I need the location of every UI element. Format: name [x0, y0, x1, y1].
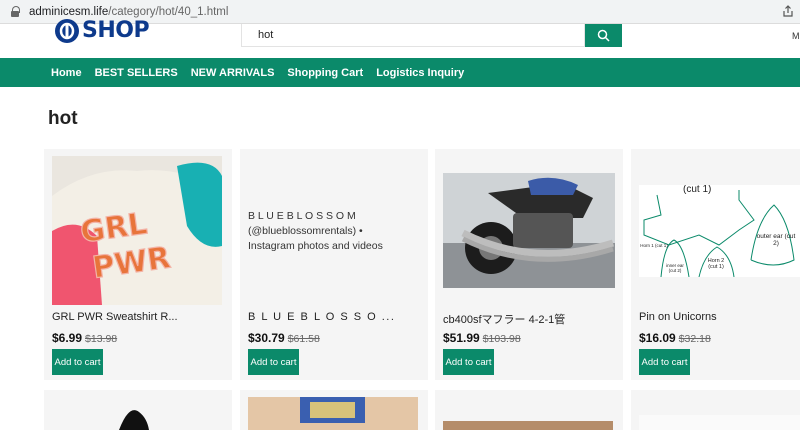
add-to-cart-button[interactable]: Add to cart: [248, 349, 299, 375]
logo-text: SHOP: [82, 18, 150, 43]
product-card-partial[interactable]: [435, 390, 623, 430]
pattern-label: Horn 2 (cut 1): [707, 258, 725, 270]
add-to-cart-button[interactable]: Add to cart: [443, 349, 494, 375]
current-price: $6.99: [52, 331, 83, 345]
current-price: $51.99: [443, 331, 480, 345]
product-card-partial[interactable]: [631, 390, 800, 430]
product-image-broken[interactable]: B L U E B L O S S O M (@blueblossomrenta…: [248, 156, 418, 305]
site-header: SHOP M: [0, 18, 800, 58]
main-nav: Home BEST SELLERS NEW ARRIVALS Shopping …: [0, 58, 800, 87]
product-name[interactable]: B L U E B L O S S O ...: [248, 311, 420, 323]
product-image-partial[interactable]: [435, 390, 623, 430]
lock-icon: [10, 5, 20, 18]
product-price: $6.99 $13.98: [52, 331, 117, 345]
pattern-label: outer ear (cut 2): [756, 233, 796, 247]
page-title: hot: [48, 108, 78, 129]
original-price: $103.98: [482, 333, 521, 345]
product-image-partial[interactable]: [44, 390, 232, 430]
product-image-partial[interactable]: [240, 390, 428, 430]
search-button[interactable]: [585, 24, 622, 47]
logo-mark-icon: [55, 18, 79, 43]
product-image-unicorn-pattern[interactable]: (cut 1) outer ear (cut 2) inner ear (cut…: [639, 185, 800, 277]
current-price: $16.09: [639, 331, 676, 345]
nav-new-arrivals[interactable]: NEW ARRIVALS: [191, 67, 275, 79]
address-url[interactable]: adminicesm.life/category/hot/40_1.html: [29, 6, 228, 18]
nav-best-sellers[interactable]: BEST SELLERS: [95, 67, 178, 79]
current-price: $30.79: [248, 331, 285, 345]
broken-image-alt-text: B L U E B L O S S O M (@blueblossomrenta…: [248, 210, 383, 252]
product-card[interactable]: B L U E B L O S S O M (@blueblossomrenta…: [240, 149, 428, 380]
share-icon[interactable]: [782, 5, 794, 17]
pattern-label: Horn 1 (cut 1): [640, 243, 668, 248]
site-logo[interactable]: SHOP: [55, 18, 150, 43]
original-price: $61.58: [287, 333, 320, 345]
product-name[interactable]: cb400sfマフラー 4-2-1管: [443, 311, 615, 327]
product-card[interactable]: cb400sfマフラー 4-2-1管 $51.99 $103.98 Add to …: [435, 149, 623, 380]
url-path: /category/hot/40_1.html: [108, 5, 229, 18]
product-card-partial[interactable]: [44, 390, 232, 430]
product-image-motorcycle[interactable]: [443, 173, 615, 288]
product-image-sweatshirt[interactable]: GRL PWR: [52, 156, 222, 305]
url-host: adminicesm.life: [29, 5, 109, 18]
product-name[interactable]: GRL PWR Sweatshirt R...: [52, 311, 224, 323]
search-icon: [597, 29, 610, 42]
add-to-cart-button[interactable]: Add to cart: [639, 349, 690, 375]
product-price: $51.99 $103.98: [443, 331, 521, 345]
pattern-label: (cut 1): [683, 185, 712, 195]
product-price: $16.09 $32.18: [639, 331, 711, 345]
nav-shopping-cart[interactable]: Shopping Cart: [287, 67, 363, 79]
product-image-partial[interactable]: [631, 390, 800, 430]
original-price: $32.18: [678, 333, 711, 345]
product-card-partial[interactable]: [240, 390, 428, 430]
add-to-cart-button[interactable]: Add to cart: [52, 349, 103, 375]
original-price: $13.98: [85, 333, 118, 345]
product-price: $30.79 $61.58: [248, 331, 320, 345]
search-input[interactable]: [241, 24, 585, 47]
product-card[interactable]: (cut 1) outer ear (cut 2) inner ear (cut…: [631, 149, 800, 380]
nav-home[interactable]: Home: [51, 67, 82, 79]
product-name[interactable]: Pin on Unicorns: [639, 311, 800, 323]
pattern-label: inner ear (cut 2): [666, 263, 684, 273]
nav-logistics-inquiry[interactable]: Logistics Inquiry: [376, 67, 464, 79]
header-right-link[interactable]: M: [792, 31, 800, 41]
product-card[interactable]: GRL PWR GRL PWR Sweatshirt R... $6.99 $13…: [44, 149, 232, 380]
